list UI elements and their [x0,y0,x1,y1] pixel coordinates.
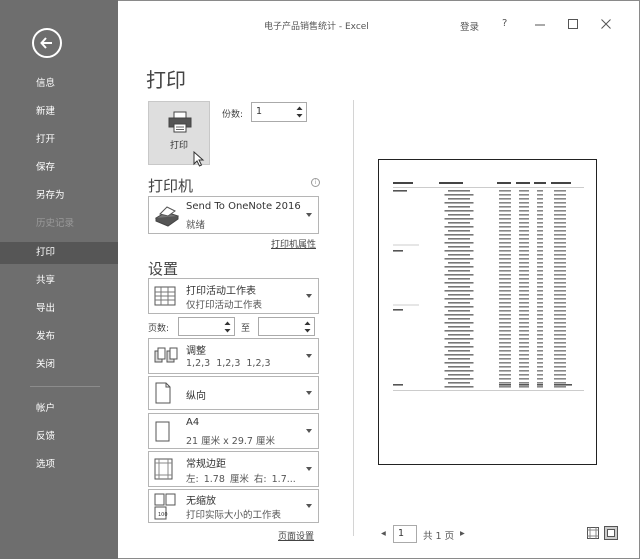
page-title: 打印 [146,68,186,92]
close-icon [601,19,611,29]
nav-item-history: 历史记录 [36,218,75,229]
nav-item-options[interactable]: 选项 [0,454,118,476]
pages-to-label: 至 [241,324,251,334]
chevron-down-icon [306,504,312,508]
paper-size-select[interactable]: A4 21 厘米 x 29.7 厘米 [148,413,319,449]
pages-label: 页数: [148,324,170,334]
nav-item-close[interactable]: 关闭 [0,354,118,376]
margins-icon [154,458,173,480]
chevron-down-icon [306,294,312,298]
nav-item-save-as[interactable]: 另存为 [0,185,118,207]
portrait-page-icon [155,382,171,404]
pages-to-spinner[interactable] [258,317,315,336]
spinner-arrows-icon[interactable] [304,320,311,334]
worksheet-grid-icon [154,286,176,306]
collate-select[interactable]: 调整 1,2,3 1,2,3 1,2,3 [148,338,319,374]
collate-main: 调整 [186,346,206,357]
printer-name: Send To OneNote 2016 [186,201,301,212]
scaling-select[interactable]: 100 无缩放 打印实际大小的工作表 [148,489,319,523]
panel-divider [353,100,354,536]
copies-value: 1 [256,106,263,117]
scaling-main: 无缩放 [186,496,216,507]
printer-section-title: 打印机 [148,177,194,195]
nav-item-new[interactable]: 新建 [0,101,118,123]
close-window-button[interactable] [596,14,616,34]
zoom-to-page-icon[interactable] [604,526,618,540]
show-margins-icon[interactable] [587,527,599,539]
margins-main: 常规边距 [186,459,226,470]
collate-sub: 1,2,3 1,2,3 1,2,3 [186,358,271,369]
paper-size-main: A4 [186,417,200,428]
back-arrow-icon [40,37,52,49]
spinner-arrows-icon[interactable] [296,105,303,119]
print-preview-page [378,159,597,465]
printer-select[interactable]: Send To OneNote 2016 就绪 [148,196,319,234]
nav-item-feedback[interactable]: 反馈 [0,426,118,448]
page-setup-link[interactable]: 页面设置 [278,529,314,542]
settings-section-title: 设置 [148,260,179,278]
maximize-button[interactable] [563,14,583,34]
paper-size-sub: 21 厘米 x 29.7 厘米 [186,436,275,447]
worksheet-preview-image [393,182,584,391]
title-bar: 电子产品销售统计 - Excel 登录 ? [118,0,640,50]
nav-item-share[interactable]: 共享 [0,270,118,292]
print-what-select[interactable]: 打印活动工作表 仅打印活动工作表 [148,278,319,314]
no-scaling-icon: 100 [154,493,176,520]
orientation-select[interactable]: 纵向 [148,376,319,410]
margins-sub: 左: 1.78 厘米 右: 1.7... [186,474,296,485]
copies-label: 份数: [222,110,244,120]
margins-select[interactable]: 常规边距 左: 1.78 厘米 右: 1.7... [148,451,319,487]
copies-spinner[interactable]: 1 [251,102,307,122]
help-button[interactable]: ? [502,18,507,29]
printer-icon [168,111,192,133]
mouse-cursor-icon [193,151,205,167]
sign-in-link[interactable]: 登录 [460,19,479,33]
printer-properties-link[interactable]: 打印机属性 [271,237,316,250]
chevron-down-icon [306,391,312,395]
backstage-nav: 信息 新建 打开 保存 另存为 历史记录 打印 共享 导出 发布 关闭 帐户 反… [0,0,118,559]
nav-item-info[interactable]: 信息 [0,73,118,95]
page-count: 共 1 页 [423,531,455,542]
printer-status: 就绪 [186,220,206,231]
pages-from-spinner[interactable] [178,317,235,336]
print-button-label: 打印 [169,141,188,151]
info-icon[interactable]: i [311,178,320,187]
nav-item-save[interactable]: 保存 [0,157,118,179]
next-page-button[interactable]: ▸ [460,528,465,539]
printer-device-icon [154,206,180,227]
paper-size-icon [155,421,170,442]
print-what-main: 打印活动工作表 [186,286,256,297]
chevron-down-icon [306,429,312,433]
minimize-icon [535,24,545,26]
page-number-input[interactable]: 1 [393,525,417,543]
orientation-main: 纵向 [186,391,206,402]
prev-page-button[interactable]: ◂ [381,528,386,539]
collated-pages-icon [154,347,178,363]
svg-text:100: 100 [158,512,168,518]
minimize-button[interactable] [530,14,550,34]
chevron-down-icon [306,354,312,358]
window-title: 电子产品销售统计 - Excel [264,22,369,32]
nav-item-export[interactable]: 导出 [0,298,118,320]
back-button[interactable] [32,28,62,58]
chevron-down-icon [306,213,312,217]
print-what-sub: 仅打印活动工作表 [186,300,263,311]
nav-divider [30,386,100,387]
nav-item-account[interactable]: 帐户 [0,398,118,420]
nav-item-print[interactable]: 打印 [0,242,118,264]
scaling-sub: 打印实际大小的工作表 [186,510,282,521]
chevron-down-icon [306,467,312,471]
maximize-icon [568,19,578,29]
spinner-arrows-icon[interactable] [224,320,231,334]
nav-item-open[interactable]: 打开 [0,129,118,151]
nav-item-publish[interactable]: 发布 [0,326,118,348]
